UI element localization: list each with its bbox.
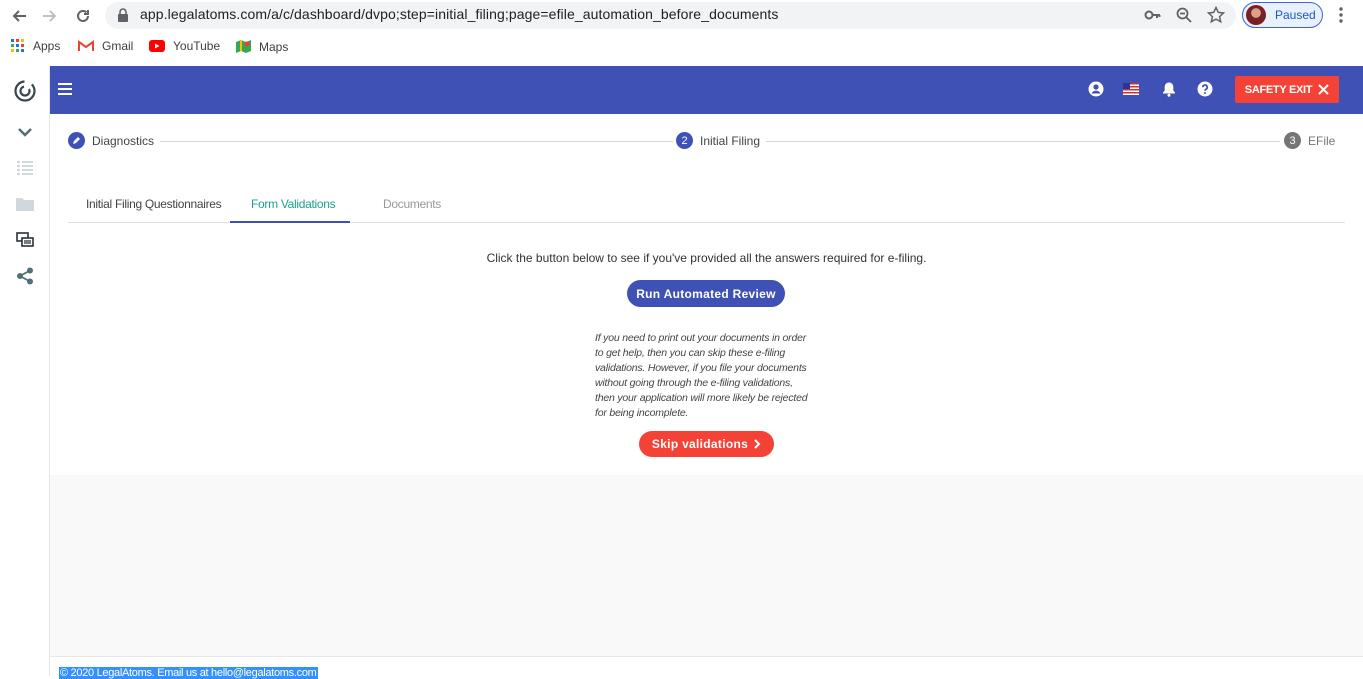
bookmark-maps[interactable]: Maps <box>236 39 288 54</box>
tab-form-validations[interactable]: Form Validations <box>251 197 336 211</box>
help-icon[interactable] <box>1197 81 1215 99</box>
main-content: Diagnostics 2 Initial Filing 3 EFile Ini… <box>50 114 1363 475</box>
chevron-right-icon <box>754 439 761 449</box>
account-icon[interactable] <box>1088 81 1106 99</box>
list-icon[interactable] <box>13 156 37 180</box>
reload-icon[interactable] <box>71 4 95 28</box>
browser-toolbar: app.legalatoms.com/a/c/dashboard/dvpo;st… <box>0 0 1363 31</box>
sidebar <box>0 66 50 676</box>
maps-icon <box>236 40 251 53</box>
footer-text[interactable]: © 2020 LegalAtoms. Email us at hello@leg… <box>59 667 318 679</box>
run-automated-review-button[interactable]: Run Automated Review <box>627 280 785 307</box>
step-connector <box>154 141 673 142</box>
profile-status: Paused <box>1275 8 1316 22</box>
key-icon[interactable] <box>1144 6 1162 24</box>
us-flag-icon[interactable] <box>1123 81 1141 99</box>
note-line: validations. However, if you file your d… <box>595 362 807 374</box>
note-line: If you need to print out your documents … <box>595 332 807 344</box>
step-number: 3 <box>1284 132 1301 149</box>
safety-exit-label: SAFETY EXIT <box>1244 83 1313 96</box>
star-icon[interactable] <box>1206 5 1226 24</box>
note-line: to get help, then you can skip these e-f… <box>595 347 786 359</box>
step-diagnostics[interactable]: Diagnostics <box>68 132 161 149</box>
bookmark-label: Apps <box>33 39 61 53</box>
bookmark-label: Gmail <box>102 39 134 53</box>
skip-validations-button[interactable]: Skip validations <box>639 431 774 457</box>
bookmark-youtube[interactable]: YouTube <box>149 39 220 53</box>
tab-initial-filing-questionnaires[interactable]: Initial Filing Questionnaires <box>86 197 222 211</box>
active-tab-indicator <box>230 221 350 223</box>
apps-grid-icon <box>11 39 24 52</box>
youtube-icon <box>149 40 165 52</box>
step-label: Diagnostics <box>92 133 155 148</box>
step-label: EFile <box>1308 133 1336 148</box>
note-line: for being incomplete. <box>595 407 689 419</box>
url-text[interactable]: app.legalatoms.com/a/c/dashboard/dvpo;st… <box>140 6 778 22</box>
bookmarks-bar: Apps Gmail YouTube Maps <box>0 31 1363 66</box>
profile-button[interactable]: Paused <box>1242 2 1323 28</box>
tab-documents: Documents <box>383 197 441 211</box>
safety-exit-button[interactable]: SAFETY EXIT <box>1235 76 1339 103</box>
share-icon[interactable] <box>13 264 37 288</box>
bell-icon[interactable] <box>1161 81 1179 99</box>
step-number: 2 <box>676 132 693 149</box>
bookmark-label: Maps <box>259 39 289 54</box>
instruction-text: Click the button below to see if you've … <box>486 251 927 265</box>
footer: © 2020 LegalAtoms. Email us at hello@leg… <box>50 657 1363 679</box>
bookmark-apps[interactable]: Apps <box>11 39 60 53</box>
more-options-icon[interactable] <box>1336 6 1346 24</box>
pencil-icon <box>68 132 85 149</box>
page-background <box>50 475 1363 657</box>
bookmark-label: YouTube <box>173 39 221 53</box>
back-icon[interactable] <box>7 4 31 28</box>
zoom-icon[interactable] <box>1175 6 1193 24</box>
tab-bar: Initial Filing Questionnaires Form Valid… <box>68 186 1345 223</box>
forward-icon[interactable] <box>38 4 62 28</box>
note-line: then your application will more likely b… <box>595 392 808 404</box>
step-connector <box>759 141 1280 142</box>
skip-validations-label: Skip validations <box>651 437 749 451</box>
bookmark-gmail[interactable]: Gmail <box>78 39 133 53</box>
chat-icon[interactable] <box>13 228 37 252</box>
chevron-down-icon[interactable] <box>13 120 37 144</box>
gmail-icon <box>78 40 94 51</box>
step-label: Initial Filing <box>700 133 761 148</box>
skip-note: If you need to print out your documents … <box>595 331 825 421</box>
menu-icon[interactable] <box>58 82 72 95</box>
step-efile[interactable]: 3 EFile <box>1284 132 1336 149</box>
lock-icon[interactable] <box>117 8 129 27</box>
step-initial-filing[interactable]: 2 Initial Filing <box>676 132 767 149</box>
stepper: Diagnostics 2 Initial Filing 3 EFile <box>50 114 1363 170</box>
note-line: without going through the e-filing valid… <box>595 377 793 389</box>
app-header: SAFETY EXIT <box>50 66 1363 114</box>
avatar <box>1246 5 1266 25</box>
app-root: SAFETY EXIT Diagnostics 2 Initial Filing… <box>0 66 1363 679</box>
close-icon <box>1318 84 1329 95</box>
legalatoms-logo-icon[interactable] <box>13 79 37 103</box>
folder-icon[interactable] <box>13 192 37 216</box>
